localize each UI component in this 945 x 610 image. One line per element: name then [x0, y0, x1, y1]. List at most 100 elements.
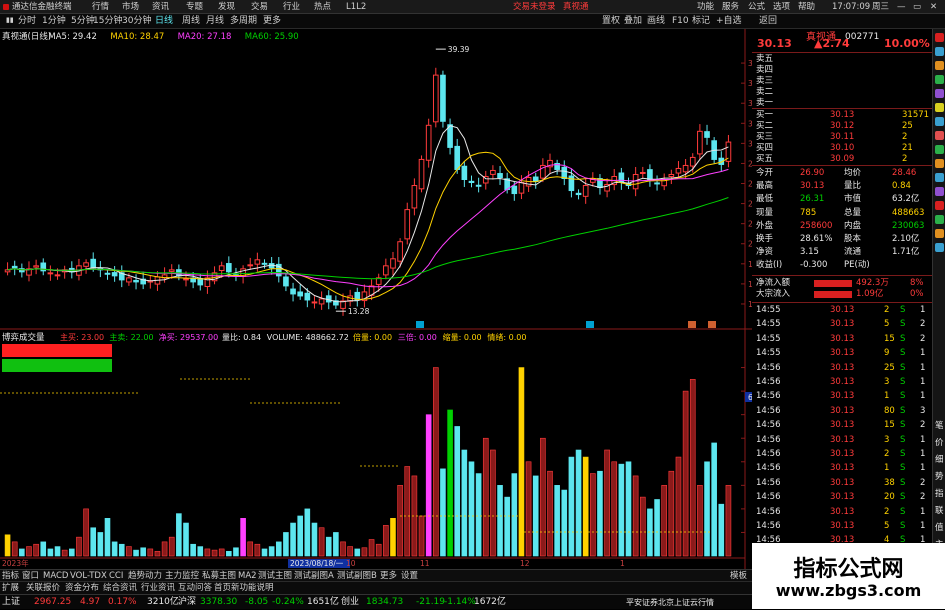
money-icon[interactable]: [935, 159, 944, 168]
detail-tab[interactable]: 势: [935, 470, 944, 482]
period-1min[interactable]: 1分钟: [42, 14, 66, 29]
report-marker-icon[interactable]: [586, 321, 594, 328]
period-intraday[interactable]: 分时: [18, 14, 36, 29]
volume-bar: [297, 515, 303, 557]
tab-related-quote[interactable]: 关联报价: [26, 582, 60, 594]
back-button[interactable]: 返回: [759, 14, 777, 29]
period-5min[interactable]: 5分钟: [71, 14, 95, 29]
mark-button[interactable]: 标记: [692, 14, 710, 29]
watermark-title: 指标公式网: [793, 557, 904, 582]
report-marker-icon[interactable]: [688, 321, 696, 328]
menu-help[interactable]: 帮助: [798, 0, 815, 14]
tab-general-news[interactable]: 综合资讯: [103, 582, 137, 594]
buy-row[interactable]: 买二 30.12 25: [752, 121, 932, 132]
arrow-icon[interactable]: [935, 229, 944, 238]
period-monthly[interactable]: 月线: [206, 14, 224, 29]
menu-market[interactable]: 市场: [122, 0, 139, 14]
volume-legend-item: 情绪: 0.00: [487, 332, 526, 342]
tab-industry-news[interactable]: 行业资讯: [141, 582, 175, 594]
period-30min[interactable]: 30分钟: [122, 14, 151, 29]
stock-link[interactable]: 真视通: [563, 0, 589, 14]
fire-icon[interactable]: [935, 131, 944, 140]
detail-tab[interactable]: 联: [935, 504, 944, 516]
period-15min[interactable]: 15分钟: [93, 14, 122, 29]
tab-new-features[interactable]: 首页新功能说明: [214, 582, 274, 594]
stat-label: 净资: [756, 247, 774, 258]
trade-login-link[interactable]: 交易未登录: [513, 0, 556, 14]
alert-icon[interactable]: [935, 201, 944, 210]
minimize-icon[interactable]: —: [897, 0, 906, 14]
menu-discover[interactable]: 发现: [218, 0, 235, 14]
grid-icon[interactable]: [935, 33, 944, 42]
period-daily[interactable]: 日线: [155, 14, 173, 29]
chart-area[interactable]: 真视通(日线)MA5: 29.42 MA10: 28.47 MA20: 27.18 M…: [0, 29, 752, 569]
server-info[interactable]: 平安证券北京上证云行情: [626, 595, 714, 610]
user-icon[interactable]: [935, 117, 944, 126]
news-icon[interactable]: [935, 89, 944, 98]
menu-l1l2[interactable]: L1L2: [346, 0, 366, 14]
period-weekly[interactable]: 周线: [182, 14, 200, 29]
buy-row[interactable]: 买四 30.10 21: [752, 143, 932, 154]
adjust-button[interactable]: 置权: [602, 14, 620, 29]
candle: [440, 74, 446, 122]
detail-tab[interactable]: 值: [935, 521, 944, 533]
menu-hot[interactable]: 热点: [314, 0, 331, 14]
info-icon[interactable]: [935, 173, 944, 182]
add-favorite-button[interactable]: +自选: [716, 14, 742, 29]
period-more[interactable]: 更多: [263, 14, 281, 29]
bell-icon[interactable]: [935, 103, 944, 112]
buy-row[interactable]: 买五 30.09 2: [752, 154, 932, 165]
menu-quotes[interactable]: 行情: [92, 0, 109, 14]
pause-icon[interactable]: ▮▮: [6, 13, 14, 28]
tick-count: 2: [920, 477, 926, 488]
candle: [582, 185, 589, 197]
chart-icon[interactable]: [935, 47, 944, 56]
report-marker-icon[interactable]: [708, 321, 716, 328]
detail-tab[interactable]: 价: [935, 436, 944, 448]
menu-news[interactable]: 资讯: [152, 0, 169, 14]
f10-button[interactable]: F10: [672, 14, 689, 29]
candle: [126, 277, 132, 283]
settings-icon[interactable]: [935, 215, 944, 224]
buy-row[interactable]: 买一 30.13 31571: [752, 110, 932, 121]
overlay-button[interactable]: 叠加: [624, 14, 642, 29]
list-icon[interactable]: [935, 75, 944, 84]
last-price: 30.13: [757, 37, 792, 50]
detail-tab[interactable]: 指: [935, 487, 944, 499]
detail-tab[interactable]: 笔: [935, 419, 944, 431]
menu-service[interactable]: 服务: [722, 0, 739, 14]
menu-function[interactable]: 功能: [697, 0, 714, 14]
sell-level-label: 卖五: [756, 54, 774, 64]
report-marker-icon[interactable]: [416, 321, 424, 328]
star-icon[interactable]: [935, 61, 944, 70]
tick-count: 1: [920, 434, 926, 445]
calendar-icon[interactable]: [935, 187, 944, 196]
menu-trade[interactable]: 交易: [251, 0, 268, 14]
menu-options[interactable]: 选项: [773, 0, 790, 14]
close-icon[interactable]: ✕: [930, 0, 939, 14]
search-icon[interactable]: [935, 243, 944, 252]
flow-pct: 8%: [910, 278, 924, 288]
tick-volume: 2: [884, 449, 890, 459]
detail-tab[interactable]: 细: [935, 453, 944, 465]
tab-qa[interactable]: 互动问答: [178, 582, 212, 594]
maximize-icon[interactable]: ▭: [913, 0, 922, 14]
volume-bar: [547, 470, 553, 557]
menu-industry[interactable]: 行业: [283, 0, 300, 14]
stat-value: 2.10亿: [892, 234, 920, 244]
sell-row[interactable]: 卖四: [752, 65, 932, 76]
sell-row[interactable]: 卖五: [752, 54, 932, 65]
sell-row[interactable]: 卖三: [752, 76, 932, 87]
stat-value: 3.15: [800, 247, 819, 258]
trend-icon[interactable]: [935, 145, 944, 154]
drawing-button[interactable]: 画线: [647, 14, 665, 29]
buy-row[interactable]: 买三 30.11 2: [752, 132, 932, 143]
tick-side: S: [900, 492, 906, 503]
sell-row[interactable]: 卖二: [752, 87, 932, 98]
volume-bar: [433, 367, 439, 557]
menu-topic[interactable]: 专题: [186, 0, 203, 14]
period-multi[interactable]: 多周期: [230, 14, 257, 29]
tab-fund-distribution[interactable]: 资金分布: [65, 582, 99, 594]
tab-extend[interactable]: 扩展: [2, 582, 19, 594]
menu-formula[interactable]: 公式: [748, 0, 765, 14]
